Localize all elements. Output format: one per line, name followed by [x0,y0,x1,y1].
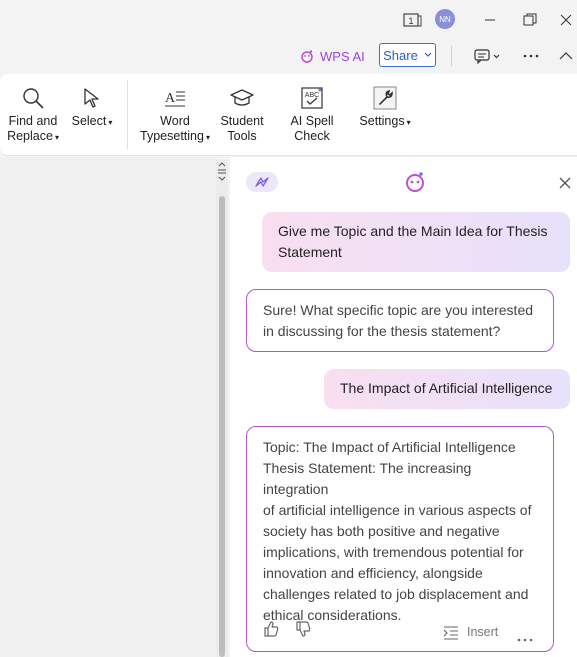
magnifier-icon [23,88,44,109]
chevron-down-icon: ▾ [108,118,113,127]
message-text: of artificial intelligence in various as… [263,502,532,518]
comment-icon[interactable] [472,46,502,66]
student-tools-label-2: Tools [227,129,257,143]
avatar[interactable]: NN [435,9,455,29]
message-text: The Impact of Artificial Intelligence [340,380,553,396]
svg-text:ABC: ABC [305,92,319,99]
user-message: The Impact of Artificial Intelligence [324,369,570,409]
word-typesetting-label-2: Typesetting [140,129,204,143]
chevron-down-icon: ▾ [54,133,59,142]
word-typesetting-label-1: Word [160,114,190,128]
message-text: implications, with tremendous potential … [263,544,524,560]
ai-message: Sure! What specific topic are you intere… [246,289,554,352]
close-panel-icon[interactable] [559,176,571,194]
thumbs-down-icon[interactable] [295,621,311,643]
settings-button[interactable]: Settings ▾ [358,86,412,130]
wps-ai-logo-icon [404,171,426,198]
message-text: society has both positive and negative [263,523,500,539]
ai-spell-check-label: AI Spell Check [290,114,334,143]
typesetting-icon: A [165,91,185,107]
collapse-ribbon-icon[interactable] [558,46,574,66]
wps-ai-label: WPS AI [320,48,365,64]
window-count-icon[interactable]: 1 [402,10,424,30]
title-bar: 1 NN [0,0,577,40]
restore-icon[interactable] [522,10,538,30]
message-text: in discussing for the thesis statement? [263,323,501,339]
message-text: Topic: The Impact of Artificial Intellig… [263,439,516,455]
window-count: 1 [408,16,413,26]
spell-check-icon: ABC [301,87,323,109]
cursor-arrow-icon [84,88,99,108]
svg-text:A: A [165,91,176,106]
more-options-icon[interactable] [517,627,533,648]
user-message: Give me Topic and the Main Idea for Thes… [262,212,570,272]
scrollbar-thumb[interactable] [219,196,225,657]
document-scrollbar[interactable] [216,160,228,657]
ribbon: Find and Replace ▾ Select ▾ A Word Typeset… [0,74,577,156]
more-icon[interactable] [522,46,540,66]
insert-icon [443,626,458,639]
share-button[interactable]: Share [379,43,436,67]
insert-label: Insert [467,625,499,639]
close-icon[interactable] [558,10,574,30]
ai-chat-panel: Give me Topic and the Main Idea for Thes… [230,157,577,657]
settings-label: Settings [359,114,405,128]
avatar-initials: NN [439,14,451,24]
share-label: Share [383,47,418,63]
ai-mode-icon [255,177,269,187]
thumbs-up-icon[interactable] [263,621,279,643]
word-typesetting-button[interactable]: A Word Typesetting ▾ [140,86,210,145]
chevron-down-icon: ▾ [406,118,411,127]
student-tools-label-1: Student [220,114,264,128]
student-tools-button[interactable]: Student Tools [219,86,265,144]
find-replace-label-1: Find and [8,114,58,128]
select-button[interactable]: Select ▾ [70,86,114,130]
find-replace-label-2: Replace [7,129,53,143]
top-actions-bar: WPS AI Share [0,40,577,74]
ai-mode-button[interactable] [246,172,278,192]
message-text: Sure! What specific topic are you intere… [263,302,534,318]
wrench-icon [373,86,397,110]
select-label: Select [71,114,107,128]
document-canvas[interactable] [0,157,218,657]
ai-message: Topic: The Impact of Artificial Intellig… [246,426,554,652]
split-handle-icon [218,162,226,181]
wps-ai-button[interactable]: WPS AI [300,46,365,66]
divider [451,46,452,66]
minimize-icon[interactable] [482,10,498,30]
chevron-down-icon: ▾ [205,133,210,142]
message-text: Statement [278,244,342,260]
insert-button[interactable]: Insert [443,622,498,643]
message-text: Thesis Statement: The increasing integra… [263,460,472,497]
chevron-down-icon [424,52,432,57]
message-text: innovation and efficiency, alongside [263,565,483,581]
message-text: Give me Topic and the Main Idea for Thes… [278,223,548,239]
ribbon-divider [127,80,128,150]
graduation-cap-icon [230,89,254,106]
message-text: challenges related to job displacement a… [263,586,529,602]
ai-spell-check-button[interactable]: ABC AI Spell Check [273,86,351,144]
find-replace-button[interactable]: Find and Replace ▾ [7,86,59,145]
wps-ai-icon [301,50,313,63]
